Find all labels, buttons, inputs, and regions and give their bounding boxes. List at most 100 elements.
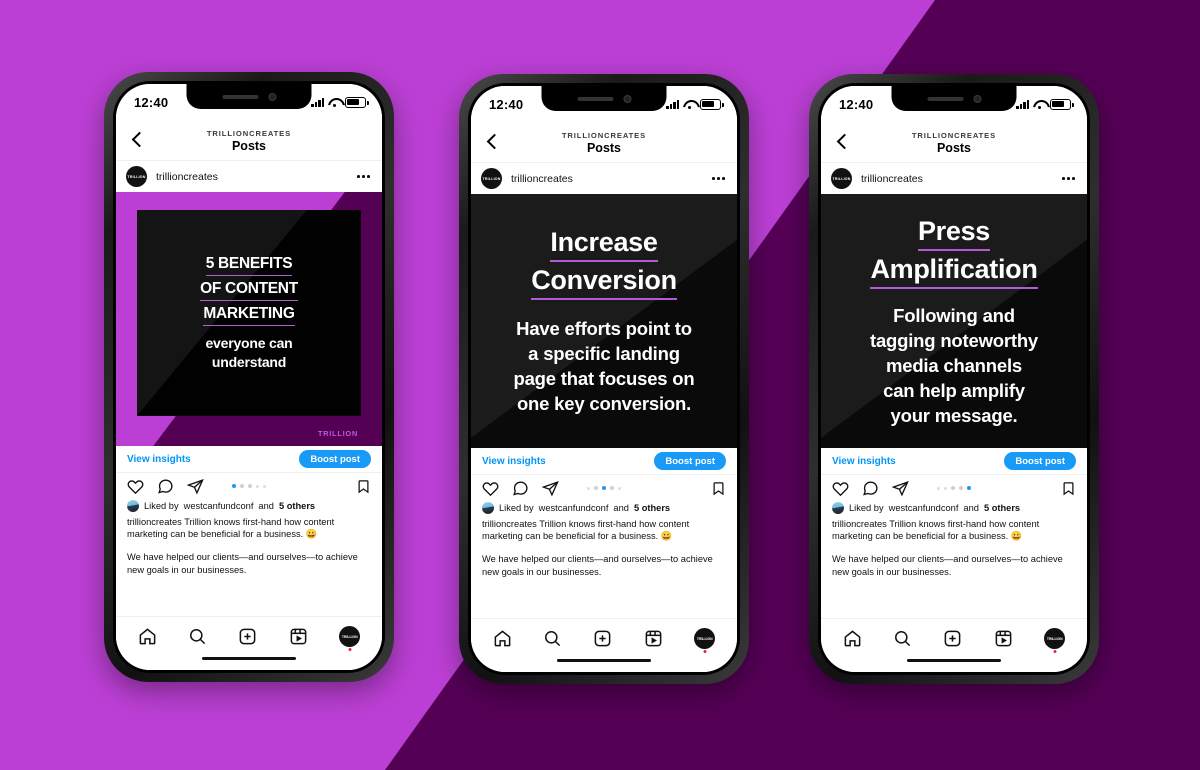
signal-icon bbox=[1016, 99, 1029, 109]
boost-post-button[interactable]: Boost post bbox=[654, 452, 726, 470]
status-bar: 12:40 bbox=[471, 86, 737, 122]
more-options-icon[interactable] bbox=[712, 177, 727, 180]
reels-icon[interactable] bbox=[289, 627, 308, 646]
liked-by-row: Liked by westcanfundconf and 5 others bbox=[482, 502, 726, 514]
phone-screen-2: 12:40 TRILLIONCREATES Posts TRILLION tri… bbox=[471, 86, 737, 672]
phone-bezel: 12:40 TRILLIONCREATES Posts TRILLION tri… bbox=[468, 83, 740, 675]
bottom-tabbar: TRILLION bbox=[116, 616, 382, 656]
signal-icon bbox=[311, 97, 324, 107]
search-icon[interactable] bbox=[893, 629, 912, 648]
carousel-pager-3 bbox=[937, 486, 971, 490]
caption-username[interactable]: trillioncreates bbox=[482, 519, 537, 529]
like-heart-icon[interactable] bbox=[127, 478, 144, 495]
post-media-3[interactable]: Press Amplification Following and taggin… bbox=[821, 194, 1087, 448]
liked-by-row: Liked by westcanfundconf and 5 others bbox=[127, 500, 371, 512]
caption-username[interactable]: trillioncreates bbox=[832, 519, 887, 529]
carousel-pager-2 bbox=[587, 486, 621, 490]
comment-icon[interactable] bbox=[157, 478, 174, 495]
device-notch bbox=[541, 86, 667, 111]
avatar[interactable]: TRILLION bbox=[126, 166, 147, 187]
headline-line-3: MARKETING bbox=[203, 303, 295, 327]
avatar[interactable]: TRILLION bbox=[831, 168, 852, 189]
status-time: 12:40 bbox=[134, 94, 169, 110]
home-icon[interactable] bbox=[138, 627, 157, 646]
post-header: TRILLION trillioncreates bbox=[821, 162, 1087, 194]
share-icon[interactable] bbox=[892, 480, 909, 497]
bookmark-icon[interactable] bbox=[711, 480, 726, 497]
status-bar: 12:40 bbox=[821, 86, 1087, 122]
bottom-tabbar: TRILLION bbox=[821, 618, 1087, 658]
profile-avatar: TRILLION bbox=[694, 628, 716, 649]
liked-username[interactable]: westcanfundconf bbox=[889, 503, 959, 513]
more-options-icon[interactable] bbox=[357, 175, 372, 178]
view-insights-link[interactable]: View insights bbox=[832, 456, 896, 467]
post-card-text: Increase Conversion Have efforts point t… bbox=[471, 194, 737, 448]
share-icon[interactable] bbox=[187, 478, 204, 495]
add-post-icon[interactable] bbox=[238, 627, 257, 646]
comment-icon[interactable] bbox=[512, 480, 529, 497]
back-icon[interactable] bbox=[835, 134, 851, 150]
reels-icon[interactable] bbox=[994, 629, 1013, 648]
like-heart-icon[interactable] bbox=[832, 480, 849, 497]
post-media-1[interactable]: 5 BENEFITS OF CONTENT MARKETING everyone… bbox=[116, 192, 382, 446]
comment-icon[interactable] bbox=[862, 480, 879, 497]
action-icons-left bbox=[832, 480, 909, 497]
post-card-text: 5 BENEFITS OF CONTENT MARKETING everyone… bbox=[200, 253, 298, 372]
profile-avatar-label: TRILLION bbox=[341, 634, 358, 639]
avatar[interactable]: TRILLION bbox=[481, 168, 502, 189]
home-icon[interactable] bbox=[493, 629, 512, 648]
avatar-label: TRILLION bbox=[127, 174, 146, 179]
post-username[interactable]: trillioncreates bbox=[156, 171, 357, 183]
bookmark-icon[interactable] bbox=[1061, 480, 1076, 497]
liked-username[interactable]: westcanfundconf bbox=[184, 501, 254, 511]
boost-post-button[interactable]: Boost post bbox=[1004, 452, 1076, 470]
navbar-titles: TRILLIONCREATES Posts bbox=[116, 120, 382, 160]
post-media-2[interactable]: Increase Conversion Have efforts point t… bbox=[471, 194, 737, 448]
phone-screen-1: 12:40 TRILLIONCREATES Posts TRILLION tri… bbox=[116, 84, 382, 670]
view-insights-link[interactable]: View insights bbox=[127, 454, 191, 465]
liked-others-count[interactable]: 5 others bbox=[634, 503, 670, 513]
subtext-line-1: Have efforts point to bbox=[516, 318, 692, 339]
insights-bar: View insights Boost post bbox=[821, 448, 1087, 475]
back-icon[interactable] bbox=[130, 132, 146, 148]
boost-post-button[interactable]: Boost post bbox=[299, 450, 371, 468]
caption-username[interactable]: trillioncreates bbox=[127, 517, 182, 527]
insights-bar: View insights Boost post bbox=[471, 448, 737, 475]
subtext-line-1: Following and bbox=[893, 304, 1015, 326]
phone-mockup-3: 12:40 TRILLIONCREATES Posts TRILLION tri… bbox=[809, 74, 1099, 684]
liked-others-count[interactable]: 5 others bbox=[279, 501, 315, 511]
post-username[interactable]: trillioncreates bbox=[861, 173, 1062, 185]
add-post-icon[interactable] bbox=[593, 629, 612, 648]
profile-avatar-tab[interactable]: TRILLION bbox=[1044, 628, 1066, 653]
view-insights-link[interactable]: View insights bbox=[482, 456, 546, 467]
headline-line-2: Conversion bbox=[531, 264, 677, 300]
profile-avatar-tab[interactable]: TRILLION bbox=[694, 628, 716, 653]
navbar-titles: TRILLIONCREATES Posts bbox=[471, 122, 737, 162]
profile-avatar-tab[interactable]: TRILLION bbox=[339, 626, 361, 651]
earpiece-speaker bbox=[927, 96, 963, 101]
more-options-icon[interactable] bbox=[1062, 177, 1077, 180]
profile-avatar: TRILLION bbox=[339, 626, 361, 647]
search-icon[interactable] bbox=[188, 627, 207, 646]
share-icon[interactable] bbox=[542, 480, 559, 497]
liked-by-avatar bbox=[832, 502, 844, 514]
liked-by-avatar bbox=[127, 500, 139, 512]
phone-mockup-1: 12:40 TRILLIONCREATES Posts TRILLION tri… bbox=[104, 72, 394, 682]
search-icon[interactable] bbox=[543, 629, 562, 648]
like-heart-icon[interactable] bbox=[482, 480, 499, 497]
post-username[interactable]: trillioncreates bbox=[511, 173, 712, 185]
front-camera-icon bbox=[973, 94, 981, 103]
caption-paragraph-2: We have helped our clients—and ourselves… bbox=[127, 552, 358, 575]
add-post-icon[interactable] bbox=[943, 629, 962, 648]
headline-line-1: 5 BENEFITS bbox=[205, 253, 293, 277]
profile-avatar-label: TRILLION bbox=[1046, 636, 1063, 641]
reels-icon[interactable] bbox=[644, 629, 663, 648]
battery-icon bbox=[345, 96, 369, 108]
caption-paragraph-1: trillioncreates Trillion knows first-han… bbox=[127, 516, 371, 540]
liked-username[interactable]: westcanfundconf bbox=[539, 503, 609, 513]
bookmark-icon[interactable] bbox=[356, 478, 371, 495]
back-icon[interactable] bbox=[485, 134, 501, 150]
liked-others-count[interactable]: 5 others bbox=[984, 503, 1020, 513]
home-icon[interactable] bbox=[843, 629, 862, 648]
front-camera-icon bbox=[623, 94, 631, 103]
